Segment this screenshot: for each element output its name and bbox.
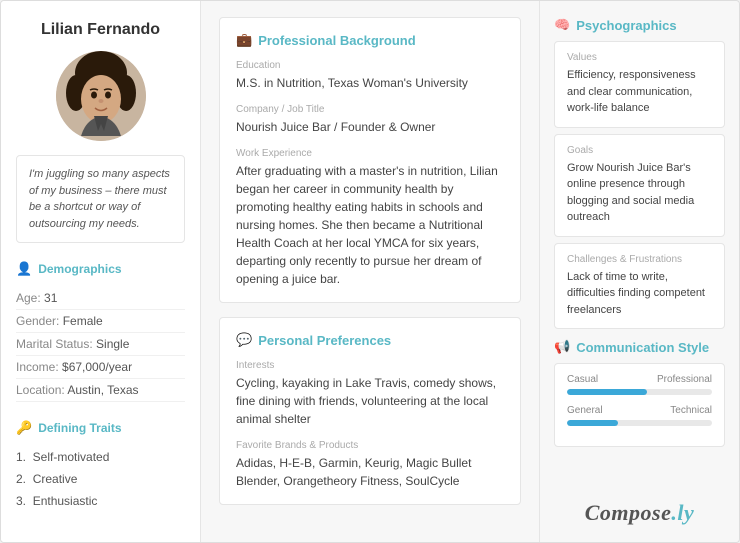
compose-logo: Compose.ly: [554, 490, 725, 526]
goals-value: Grow Nourish Juice Bar's online presence…: [567, 160, 712, 226]
heart-icon: 💬: [236, 332, 252, 348]
general-bar-background: [567, 420, 712, 426]
avatar-image: [56, 51, 146, 141]
brands-label: Favorite Brands & Products: [236, 440, 504, 451]
quote-box: I'm juggling so many aspects of my busin…: [16, 155, 185, 243]
casual-label: Casual: [567, 374, 598, 385]
megaphone-icon: 📢: [554, 339, 570, 355]
brands-value: Adidas, H-E-B, Garmin, Keurig, Magic Bul…: [236, 454, 504, 490]
psychographics-section: 🧠 Psychographics Values Efficiency, resp…: [554, 17, 725, 329]
personal-preferences-title: 💬 Personal Preferences: [236, 332, 504, 348]
communication-style-card: Casual Professional General Technical: [554, 363, 725, 447]
brain-icon: 🧠: [554, 17, 570, 33]
left-panel: Lilian Fernando: [1, 1, 201, 542]
casual-bar-fill: [567, 389, 647, 395]
demo-marital: Marital Status: Single: [16, 333, 185, 356]
demo-location: Location: Austin, Texas: [16, 379, 185, 402]
interests-label: Interests: [236, 360, 504, 371]
values-label: Values: [567, 52, 712, 63]
communication-style-title: 📢 Communication Style: [554, 339, 725, 355]
demographics-title: 👤 Demographics: [16, 261, 185, 277]
experience-label: Work Experience: [236, 148, 504, 159]
casual-bar-background: [567, 389, 712, 395]
values-value: Efficiency, responsiveness and clear com…: [567, 67, 712, 117]
brands-subsection: Favorite Brands & Products Adidas, H-E-B…: [236, 440, 504, 490]
values-card: Values Efficiency, responsiveness and cl…: [554, 41, 725, 128]
company-label: Company / Job Title: [236, 104, 504, 115]
demographics-list: Age: 31 Gender: Female Marital Status: S…: [16, 287, 185, 402]
demographics-icon: 👤: [16, 261, 32, 277]
company-value: Nourish Juice Bar / Founder & Owner: [236, 118, 504, 136]
demo-gender: Gender: Female: [16, 310, 185, 333]
personal-preferences-section: 💬 Personal Preferences Interests Cycling…: [219, 317, 521, 505]
interests-subsection: Interests Cycling, kayaking in Lake Trav…: [236, 360, 504, 428]
education-subsection: Education M.S. in Nutrition, Texas Woman…: [236, 60, 504, 92]
general-technical-row: General Technical: [567, 405, 712, 426]
psychographics-title: 🧠 Psychographics: [554, 17, 725, 33]
experience-subsection: Work Experience After graduating with a …: [236, 148, 504, 288]
professional-background-title: 💼 Professional Background: [236, 32, 504, 48]
general-label: General: [567, 405, 603, 416]
quote-text: I'm juggling so many aspects of my busin…: [29, 168, 170, 230]
middle-panel: 💼 Professional Background Education M.S.…: [201, 1, 539, 542]
logo-text: Compose.ly: [585, 500, 695, 525]
interests-value: Cycling, kayaking in Lake Travis, comedy…: [236, 374, 504, 428]
trait-3: 3. Enthusiastic: [16, 490, 185, 512]
demo-income: Income: $67,000/year: [16, 356, 185, 379]
persona-name: Lilian Fernando: [41, 21, 160, 39]
professional-label: Professional: [657, 374, 712, 385]
experience-value: After graduating with a master's in nutr…: [236, 162, 504, 288]
demo-age: Age: 31: [16, 287, 185, 310]
company-subsection: Company / Job Title Nourish Juice Bar / …: [236, 104, 504, 136]
casual-professional-row: Casual Professional: [567, 374, 712, 395]
education-value: M.S. in Nutrition, Texas Woman's Univers…: [236, 74, 504, 92]
professional-background-section: 💼 Professional Background Education M.S.…: [219, 17, 521, 303]
briefcase-icon: 💼: [236, 32, 252, 48]
right-panel: 🧠 Psychographics Values Efficiency, resp…: [539, 1, 739, 542]
goals-label: Goals: [567, 145, 712, 156]
challenges-value: Lack of time to write, difficulties find…: [567, 269, 712, 319]
traits-icon: 🔑: [16, 420, 32, 436]
persona-card: Lilian Fernando: [0, 0, 740, 543]
traits-title: 🔑 Defining Traits: [16, 420, 185, 436]
trait-1: 1. Self-motivated: [16, 446, 185, 468]
education-label: Education: [236, 60, 504, 71]
communication-style-section: 📢 Communication Style Casual Professiona…: [554, 339, 725, 447]
trait-2: 2. Creative: [16, 468, 185, 490]
challenges-card: Challenges & Frustrations Lack of time t…: [554, 243, 725, 330]
traits-list: 1. Self-motivated 2. Creative 3. Enthusi…: [16, 446, 185, 512]
goals-card: Goals Grow Nourish Juice Bar's online pr…: [554, 134, 725, 237]
technical-label: Technical: [670, 405, 712, 416]
challenges-label: Challenges & Frustrations: [567, 254, 712, 265]
general-bar-fill: [567, 420, 618, 426]
avatar: [56, 51, 146, 141]
